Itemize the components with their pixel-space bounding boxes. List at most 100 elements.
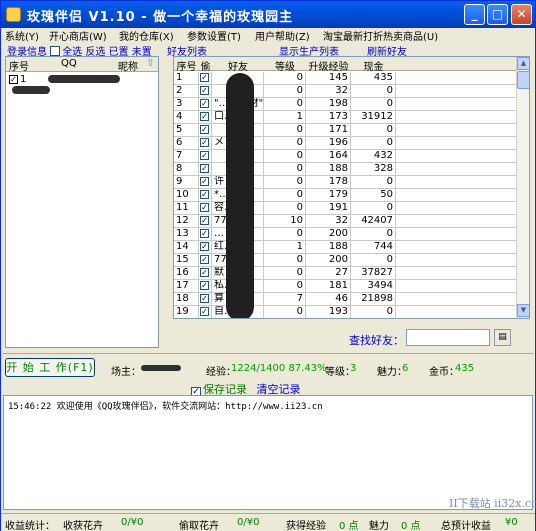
steal-checkbox[interactable]: ✓ xyxy=(200,294,209,303)
menu-taobao[interactable]: 淘宝最新打折热卖商品(U) xyxy=(323,28,438,43)
find-friend-button[interactable]: ▤ xyxy=(494,329,511,346)
title-bar[interactable]: 玫瑰伴侣 V1.10 - 做一个幸福的玫瑰园主 _ □ ✕ xyxy=(1,1,535,28)
steal-checkbox-cell[interactable]: ✓ xyxy=(199,241,212,253)
steal-checkbox-cell[interactable]: ✓ xyxy=(199,137,212,149)
close-button[interactable]: ✕ xyxy=(511,4,532,25)
charm-gain-label: 魅力 xyxy=(369,521,389,531)
menu-help[interactable]: 用户帮助(Z) xyxy=(255,28,310,43)
account-checkbox[interactable]: ✓ xyxy=(9,75,18,84)
scroll-up-arrow-icon[interactable]: ▲ xyxy=(517,57,529,70)
steal-checkbox[interactable]: ✓ xyxy=(200,73,209,82)
menu-shop[interactable]: 开心商店(W) xyxy=(49,28,107,43)
col-nickname[interactable]: 昵称 xyxy=(118,58,138,73)
friend-index: 17 xyxy=(174,280,199,292)
friend-cash: 0 xyxy=(351,124,396,136)
steal-checkbox-cell[interactable]: ✓ xyxy=(199,111,212,123)
steal-checkbox-cell[interactable]: ✓ xyxy=(199,293,212,305)
steal-checkbox-cell[interactable]: ✓ xyxy=(199,189,212,201)
col-index[interactable]: 序号 xyxy=(174,58,199,73)
steal-checkbox[interactable]: ✓ xyxy=(200,190,209,199)
harvest-label: 收获花卉 xyxy=(63,521,103,531)
steal-checkbox-cell[interactable]: ✓ xyxy=(199,228,212,240)
steal-checkbox-cell[interactable]: ✓ xyxy=(199,306,212,318)
steal-checkbox[interactable]: ✓ xyxy=(200,151,209,160)
steal-checkbox[interactable]: ✓ xyxy=(200,203,209,212)
steal-checkbox-cell[interactable]: ✓ xyxy=(199,215,212,227)
vertical-scrollbar[interactable]: ▲ ▼ xyxy=(516,57,529,318)
gained-exp-value: 0 点 xyxy=(339,521,359,531)
col-steal[interactable]: 偷 xyxy=(199,58,212,73)
friend-index: 12 xyxy=(174,215,199,227)
steal-checkbox-cell[interactable]: ✓ xyxy=(199,202,212,214)
friend-cash: 42407 xyxy=(351,215,396,227)
steal-checkbox[interactable]: ✓ xyxy=(200,177,209,186)
friend-upgrade-exp: 178 xyxy=(306,176,351,188)
friend-index: 16 xyxy=(174,267,199,279)
friend-cash: 0 xyxy=(351,228,396,240)
friend-upgrade-exp: 200 xyxy=(306,228,351,240)
steal-checkbox-cell[interactable]: ✓ xyxy=(199,85,212,97)
maximize-button[interactable]: □ xyxy=(487,4,508,25)
steal-checkbox-cell[interactable]: ✓ xyxy=(199,176,212,188)
friend-level: 1 xyxy=(264,241,306,253)
steal-checkbox[interactable]: ✓ xyxy=(200,86,209,95)
friend-upgrade-exp: 191 xyxy=(306,202,351,214)
col-friend[interactable]: 好友 xyxy=(212,58,264,73)
steal-checkbox[interactable]: ✓ xyxy=(200,99,209,108)
steal-checkbox[interactable]: ✓ xyxy=(200,138,209,147)
steal-checkbox[interactable]: ✓ xyxy=(200,112,209,121)
steal-checkbox-cell[interactable]: ✓ xyxy=(199,280,212,292)
friend-cash: 37827 xyxy=(351,267,396,279)
steal-checkbox[interactable]: ✓ xyxy=(200,216,209,225)
steal-checkbox-cell[interactable]: ✓ xyxy=(199,98,212,110)
scroll-thumb[interactable] xyxy=(517,71,529,89)
steal-checkbox[interactable]: ✓ xyxy=(200,242,209,251)
steal-checkbox-cell[interactable]: ✓ xyxy=(199,124,212,136)
select-all-checkbox[interactable] xyxy=(50,46,61,56)
account-row[interactable]: ✓ 1 xyxy=(8,74,158,94)
steal-checkbox-cell[interactable]: ✓ xyxy=(199,254,212,266)
steal-checkbox[interactable]: ✓ xyxy=(200,125,209,134)
find-friend-input[interactable] xyxy=(406,329,490,346)
steal-checkbox-cell[interactable]: ✓ xyxy=(199,72,212,84)
friend-level: 0 xyxy=(264,228,306,240)
friend-cash: 328 xyxy=(351,163,396,175)
owner-label: 场主： xyxy=(111,367,141,378)
menu-system[interactable]: 系统(Y) xyxy=(5,28,39,43)
friend-level: 10 xyxy=(264,215,306,227)
menu-warehouse[interactable]: 我的仓库(X) xyxy=(119,28,174,43)
steal-checkbox[interactable]: ✓ xyxy=(200,255,209,264)
log-area[interactable]: 15:46:22 欢迎使用《QQ玫瑰伴侣》，软件交流网站：http://www.… xyxy=(3,395,533,510)
minimize-button[interactable]: _ xyxy=(464,4,485,25)
friend-index: 6 xyxy=(174,137,199,149)
friend-index: 2 xyxy=(174,85,199,97)
friend-level: 0 xyxy=(264,150,306,162)
friend-grid-header: 序号 偷 好友 等级 升级经验 现金 xyxy=(174,57,517,73)
col-index[interactable]: 序号 xyxy=(9,58,29,73)
scroll-down-arrow-icon[interactable]: ▼ xyxy=(517,304,529,317)
steal-checkbox-cell[interactable]: ✓ xyxy=(199,267,212,279)
steal-checkbox[interactable]: ✓ xyxy=(200,307,209,316)
steal-checkbox-cell[interactable]: ✓ xyxy=(199,163,212,175)
col-level[interactable]: 等级 xyxy=(264,58,306,73)
steal-checkbox[interactable]: ✓ xyxy=(200,268,209,277)
steal-checkbox-cell[interactable]: ✓ xyxy=(199,150,212,162)
steal-checkbox[interactable]: ✓ xyxy=(200,281,209,290)
col-upgrade-exp[interactable]: 升级经验 xyxy=(306,58,351,73)
account-list[interactable]: 序号 QQ 昵称 ⇧ ✓ 1 xyxy=(5,56,159,348)
friend-level: 0 xyxy=(264,176,306,188)
menu-settings[interactable]: 参数设置(T) xyxy=(187,28,241,43)
friend-level: 0 xyxy=(264,306,306,318)
window-title: 玫瑰伴侣 V1.10 - 做一个幸福的玫瑰园主 xyxy=(27,10,294,25)
start-work-button[interactable]: 开 始 工 作(F1) xyxy=(5,358,95,377)
friend-level: 0 xyxy=(264,254,306,266)
col-qq[interactable]: QQ xyxy=(61,58,77,69)
friend-grid[interactable]: 序号 偷 好友 等级 升级经验 现金 1✓01454352✓03203✓"…林…… xyxy=(173,56,530,319)
redacted-nickname xyxy=(12,86,50,94)
steal-checkbox[interactable]: ✓ xyxy=(200,164,209,173)
steal-checkbox[interactable]: ✓ xyxy=(200,229,209,238)
find-friend-label: 查找好友： xyxy=(349,334,404,347)
col-cash[interactable]: 现金 xyxy=(351,58,396,73)
friend-cash: 21898 xyxy=(351,293,396,305)
earnings-label: 收益统计： xyxy=(5,521,55,531)
